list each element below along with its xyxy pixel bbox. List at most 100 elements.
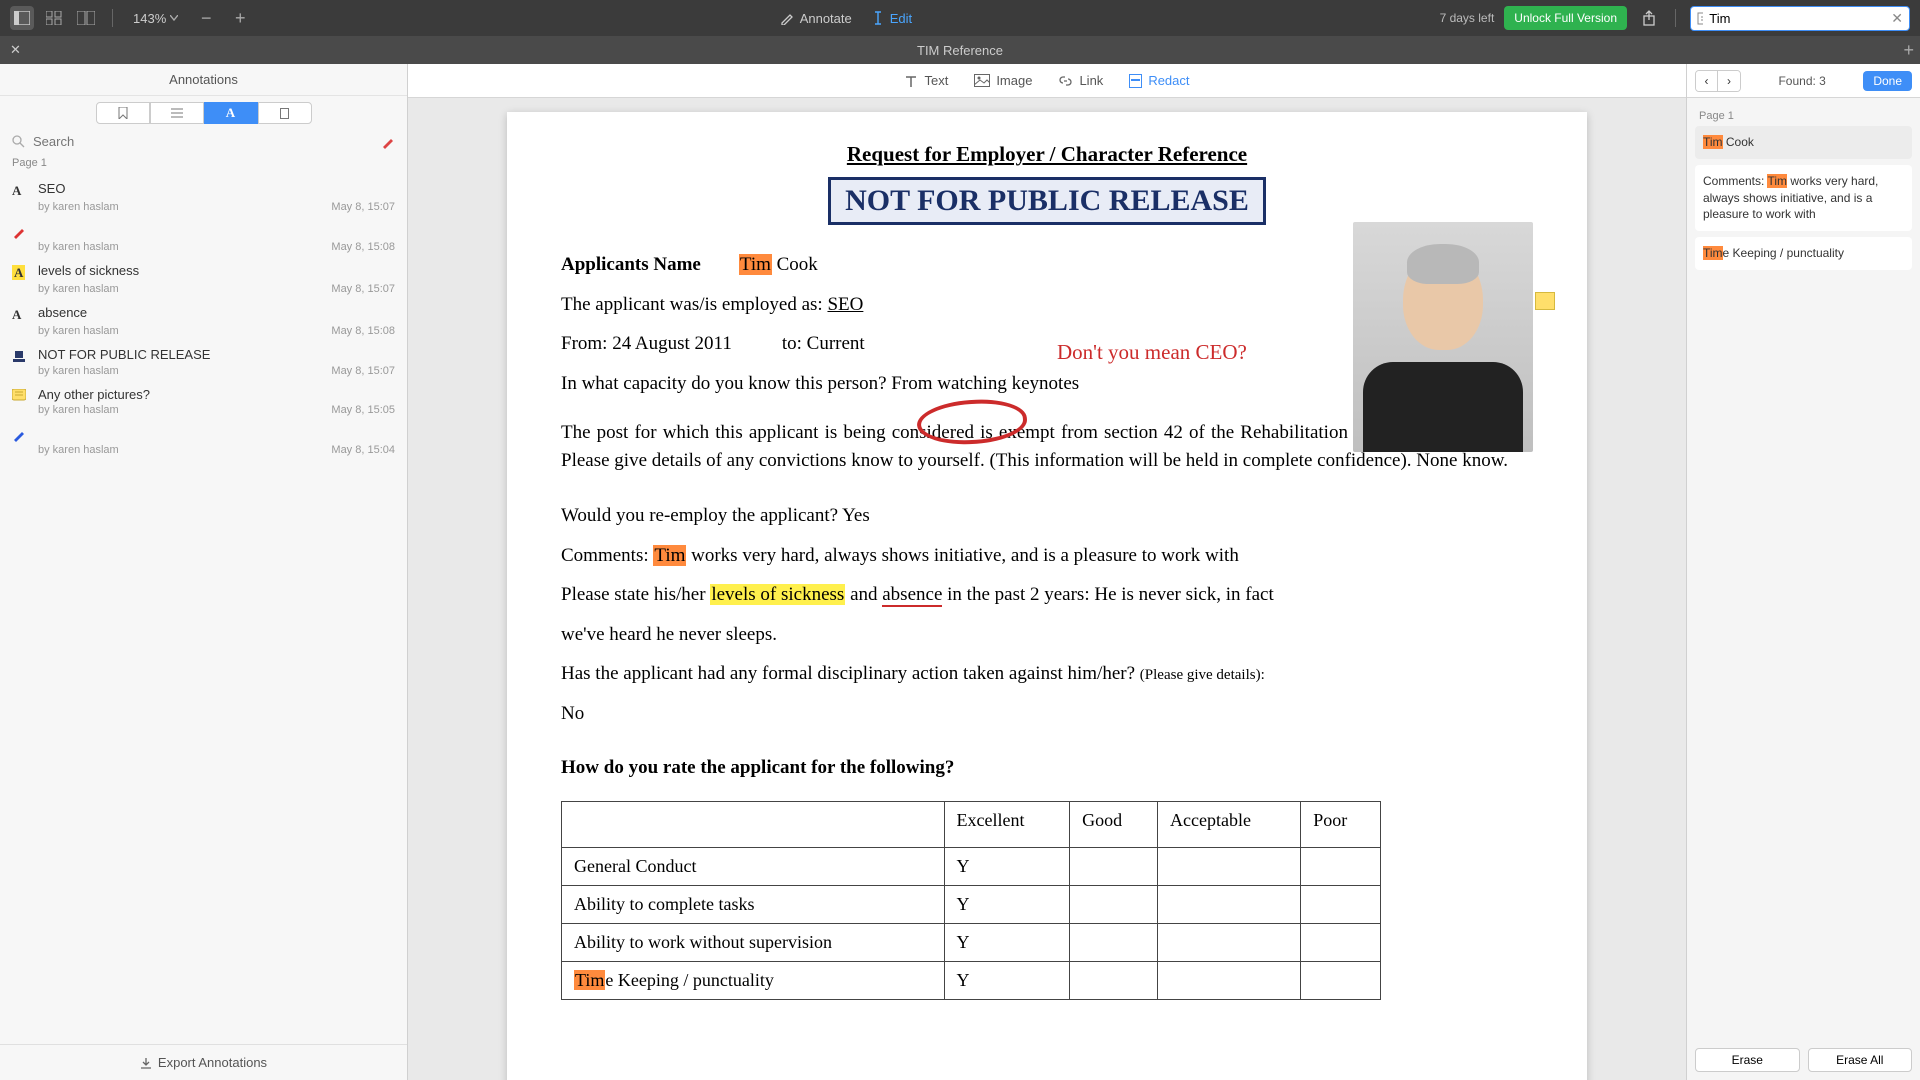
find-nav-arrows: ‹ › (1695, 70, 1741, 92)
document-viewport[interactable]: Request for Employer / Character Referen… (408, 98, 1686, 1080)
annotation-time: May 8, 15:08 (331, 241, 395, 253)
text-a-icon: A (12, 307, 28, 323)
seg-annotations[interactable]: A (204, 102, 258, 124)
table-header: Poor (1301, 802, 1381, 848)
table-cell (1070, 886, 1158, 924)
table-row: Ability to complete tasksY (562, 886, 1381, 924)
thumbnails-icon[interactable] (42, 6, 66, 30)
edit-tool[interactable]: Edit (872, 11, 912, 26)
seg-list[interactable] (150, 102, 204, 124)
seg-bookmark[interactable] (96, 102, 150, 124)
zoom-level[interactable]: 143% (127, 11, 184, 26)
find-next-button[interactable]: › (1718, 71, 1740, 91)
search-options-icon[interactable] (1697, 12, 1703, 25)
annotation-title: absence (38, 305, 395, 320)
annotation-author: by karen haslam (38, 241, 119, 253)
annotation-item[interactable]: Any other pictures?by karen haslamMay 8,… (0, 379, 407, 418)
table-cell (1301, 962, 1381, 1000)
disc-hint: (Please give details): (1140, 667, 1265, 683)
search-box[interactable]: ✕ (1690, 6, 1910, 31)
annotation-author: by karen haslam (38, 444, 119, 456)
disc-answer: No (561, 700, 1533, 728)
table-row: Ability to work without supervisionY (562, 924, 1381, 962)
edit-pencil-icon[interactable] (381, 135, 395, 149)
table-header (562, 802, 945, 848)
sidebar-toggle-icon[interactable] (10, 6, 34, 30)
image-icon (974, 74, 990, 87)
annotation-title: Any other pictures? (38, 387, 395, 402)
share-icon[interactable] (1637, 6, 1661, 30)
find-result-item[interactable]: Time Keeping / punctuality (1695, 237, 1912, 270)
table-cell: Y (944, 962, 1070, 1000)
sick-line2: we've heard he never sleeps. (561, 621, 1533, 649)
disc-question: Has the applicant had any formal discipl… (561, 663, 1140, 684)
sidebar-resize-handle[interactable] (408, 64, 418, 1080)
comments-post: works very hard, always shows initiative… (686, 545, 1238, 566)
table-cell (1070, 848, 1158, 886)
erase-button[interactable]: Erase (1695, 1048, 1800, 1072)
annotation-item[interactable]: Alevels of sicknessby karen haslamMay 8,… (0, 255, 407, 297)
search-input[interactable] (1709, 11, 1885, 26)
table-header: Good (1070, 802, 1158, 848)
zoom-out-button[interactable]: − (194, 6, 218, 30)
rating-table: ExcellentGoodAcceptablePoor General Cond… (561, 801, 1381, 1000)
mode-redact[interactable]: Redact (1129, 73, 1189, 88)
table-cell (1301, 886, 1381, 924)
table-cell: Y (944, 848, 1070, 886)
sticky-note-icon[interactable] (1535, 292, 1555, 310)
new-tab-button[interactable]: + (1903, 40, 1914, 61)
close-tab-icon[interactable]: ✕ (0, 42, 31, 58)
table-cell (1158, 886, 1301, 924)
export-annotations-button[interactable]: Export Annotations (0, 1044, 407, 1080)
document-title: TIM Reference (917, 43, 1003, 58)
two-page-icon[interactable] (74, 6, 98, 30)
annotation-search-input[interactable] (33, 134, 373, 149)
table-cell (1070, 962, 1158, 1000)
annotation-time: May 8, 15:07 (331, 201, 395, 213)
annotation-author: by karen haslam (38, 365, 119, 377)
absence-underline: absence (882, 584, 942, 607)
find-prev-button[interactable]: ‹ (1696, 71, 1718, 91)
sidebar-view-segmented: A (0, 96, 407, 130)
mode-link[interactable]: Link (1058, 73, 1103, 88)
clear-search-icon[interactable]: ✕ (1891, 10, 1903, 27)
redact-icon (1129, 74, 1142, 88)
zoom-in-button[interactable]: + (228, 6, 252, 30)
export-icon (140, 1057, 152, 1069)
mode-text[interactable]: Text (904, 73, 948, 88)
table-cell (1070, 924, 1158, 962)
annotation-author: by karen haslam (38, 283, 119, 295)
chevron-down-icon (170, 15, 178, 21)
annotation-time: May 8, 15:07 (331, 365, 395, 377)
seg-page[interactable] (258, 102, 312, 124)
find-result-item[interactable]: Tim Cook (1695, 126, 1912, 159)
annotate-tool[interactable]: Annotate (780, 11, 852, 26)
annotation-item[interactable]: by karen haslamMay 8, 15:04 (0, 418, 407, 458)
annotation-item[interactable]: by karen haslam May 8, 15:08 (0, 215, 407, 255)
applicant-last: Cook (772, 254, 818, 275)
annotation-item[interactable]: ASEOby karen haslamMay 8, 15:07 (0, 173, 407, 215)
mode-image[interactable]: Image (974, 73, 1032, 88)
table-cell (1158, 924, 1301, 962)
erase-all-button[interactable]: Erase All (1808, 1048, 1913, 1072)
annotation-title: NOT FOR PUBLIC RELEASE (38, 347, 395, 362)
annotation-title: SEO (38, 181, 395, 196)
annotation-item[interactable]: NOT FOR PUBLIC RELEASE by karen haslam May… (0, 339, 407, 379)
text-cursor-icon (872, 11, 884, 25)
find-result-item[interactable]: Comments: Tim works very hard, always sh… (1695, 165, 1912, 231)
edit-mode-toolbar: Text Image Link Redact (408, 64, 1686, 98)
applicant-first-match: Tim (739, 254, 772, 275)
stamp: NOT FOR PUBLIC RELEASE (828, 177, 1266, 225)
annotations-sidebar: Annotations A Page 1 ASEOby karen haslam… (0, 64, 408, 1080)
bookmark-icon (118, 107, 128, 119)
page-label: Page 1 (0, 153, 407, 173)
find-done-button[interactable]: Done (1863, 71, 1912, 91)
text-icon (904, 74, 918, 88)
applicant-name-label: Applicants Name (561, 254, 701, 275)
table-cell (1301, 848, 1381, 886)
comments-match: Tim (653, 545, 686, 566)
pencil-icon (780, 11, 794, 25)
list-icon (171, 108, 183, 118)
unlock-button[interactable]: Unlock Full Version (1504, 6, 1627, 30)
annotation-item[interactable]: Aabsenceby karen haslamMay 8, 15:08 (0, 297, 407, 339)
